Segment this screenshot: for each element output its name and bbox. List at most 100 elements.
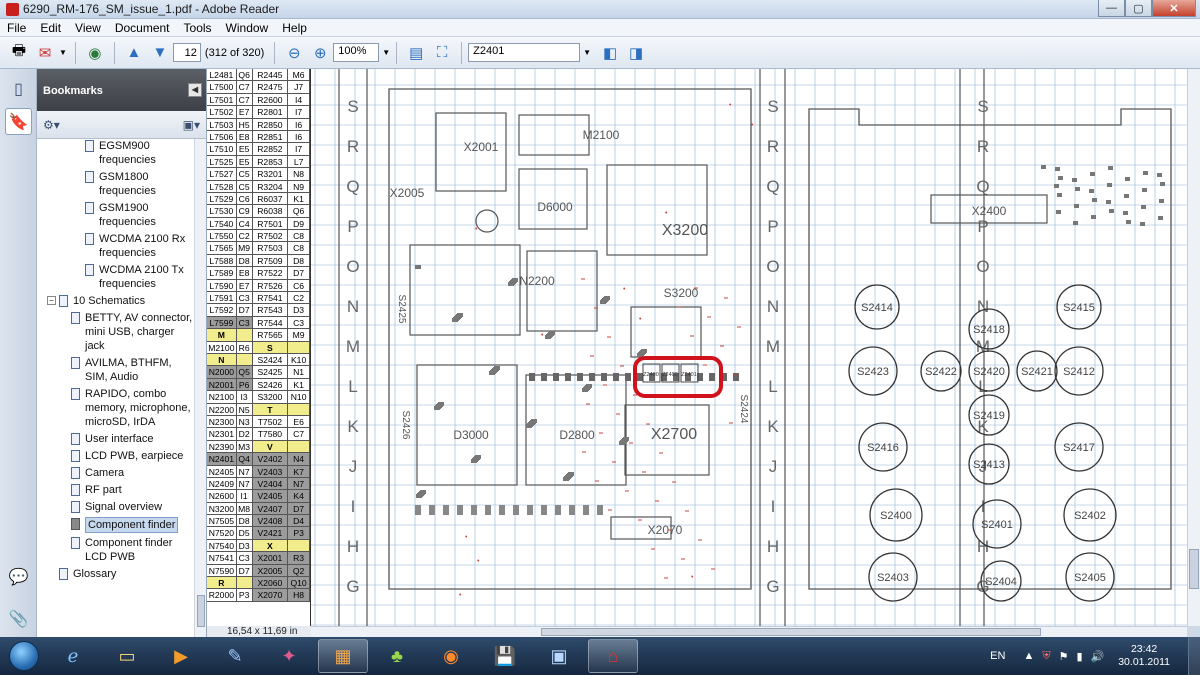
smd-part bbox=[1091, 215, 1096, 219]
bookmark-item[interactable]: Signal overview bbox=[37, 500, 195, 514]
bookmark-item[interactable]: GSM1900 frequencies bbox=[37, 201, 195, 229]
find-dropdown-icon[interactable]: ▼ bbox=[583, 48, 591, 57]
table-cell: N2401 bbox=[207, 453, 237, 465]
bookmark-item[interactable]: WCDMA 2100 Tx frequencies bbox=[37, 263, 195, 291]
bookmark-item[interactable]: Component finder bbox=[37, 517, 195, 533]
table-cell: R2852 bbox=[253, 143, 289, 155]
zoom-out-icon[interactable]: ⊖ bbox=[283, 42, 305, 64]
start-button[interactable] bbox=[2, 638, 46, 674]
comments-icon[interactable]: 💬 bbox=[5, 563, 32, 590]
row-letter: N bbox=[347, 297, 359, 316]
bookmark-item[interactable]: Camera bbox=[37, 466, 195, 480]
clock[interactable]: 23:42 30.01.2011 bbox=[1118, 643, 1170, 669]
find-input[interactable]: Z2401 bbox=[468, 43, 581, 62]
taskbar-adobe-reader-icon[interactable]: ⌂ bbox=[588, 639, 638, 673]
find-previous-icon[interactable]: ◧ bbox=[599, 42, 621, 64]
bookmark-item[interactable]: − 10 Schematics bbox=[37, 294, 195, 308]
menu-file[interactable]: File bbox=[0, 21, 33, 35]
bookmark-item[interactable]: RAPIDO, combo memory, microphone, microS… bbox=[37, 387, 195, 429]
antivirus-icon[interactable]: ⛨ bbox=[1042, 650, 1050, 663]
bookmarks-icon[interactable]: 🔖 bbox=[5, 108, 32, 135]
zoom-in-icon[interactable]: ⊕ bbox=[309, 42, 331, 64]
fit-width-icon[interactable]: ▤ bbox=[405, 42, 427, 64]
table-row: L7590 E7 R7526 C6 bbox=[207, 279, 310, 293]
menu-tools[interactable]: Tools bbox=[177, 21, 219, 35]
document-vertical-scrollbar[interactable] bbox=[1187, 69, 1200, 626]
smd-part bbox=[597, 505, 603, 515]
zoom-level-select[interactable]: 100% bbox=[333, 43, 380, 62]
bookmark-item[interactable]: Glossary bbox=[37, 567, 195, 581]
menu-help[interactable]: Help bbox=[275, 21, 314, 35]
table-cell: N2001 bbox=[207, 378, 237, 391]
red-ref-label: • bbox=[665, 210, 668, 217]
collaborate-icon[interactable]: ◉ bbox=[84, 42, 106, 64]
row-letter: O bbox=[346, 257, 359, 276]
tray-expand-icon[interactable]: ▲ bbox=[1023, 650, 1034, 662]
vertical-scroll-thumb[interactable] bbox=[1189, 549, 1199, 589]
taskbar-media-player-icon[interactable]: ▶ bbox=[156, 639, 206, 673]
smd-part bbox=[494, 366, 500, 370]
switch-label: S2400 bbox=[880, 510, 912, 522]
menu-edit[interactable]: Edit bbox=[33, 21, 68, 35]
table-cell: E5 bbox=[237, 143, 253, 155]
table-row: L7599 C3 R7544 C3 bbox=[207, 316, 310, 330]
horizontal-scroll-thumb[interactable] bbox=[541, 628, 1041, 636]
menu-view[interactable]: View bbox=[68, 21, 108, 35]
menu-window[interactable]: Window bbox=[219, 21, 276, 35]
taskbar-app-icon[interactable]: ✦ bbox=[264, 639, 314, 673]
maximize-button[interactable]: ▢ bbox=[1125, 0, 1152, 17]
table-cell: M2100 bbox=[207, 341, 237, 353]
component-label: X2700 bbox=[651, 426, 697, 443]
taskbar-ie-icon[interactable]: ℯ bbox=[48, 639, 98, 673]
flag-icon[interactable]: ⚑ bbox=[1059, 650, 1069, 663]
pages-icon[interactable]: ▯ bbox=[5, 75, 32, 102]
network-icon[interactable]: ▮ bbox=[1076, 650, 1082, 663]
close-button[interactable]: ✕ bbox=[1152, 0, 1196, 17]
bookmark-item[interactable]: WCDMA 2100 Rx frequencies bbox=[37, 232, 195, 260]
taskbar-firefox-icon[interactable]: ◉ bbox=[426, 639, 476, 673]
language-indicator[interactable]: EN bbox=[990, 650, 1005, 662]
bookmarks-scrollbar[interactable] bbox=[194, 139, 206, 637]
table-cell: X bbox=[252, 539, 289, 552]
smd-part bbox=[457, 313, 463, 317]
bookmark-item[interactable]: EGSM900 frequencies bbox=[37, 139, 195, 167]
options-gear-icon[interactable]: ⚙▾ bbox=[43, 118, 60, 132]
table-cell bbox=[288, 539, 310, 552]
previous-page-icon[interactable]: ▲ bbox=[123, 42, 145, 64]
full-screen-icon[interactable]: ⛶ bbox=[431, 42, 453, 64]
next-page-icon[interactable]: ▼ bbox=[149, 42, 171, 64]
taskbar-screen-icon[interactable]: ▣ bbox=[534, 639, 584, 673]
print-icon[interactable]: 🖶 bbox=[8, 42, 30, 64]
find-next-icon[interactable]: ◨ bbox=[625, 42, 647, 64]
document-horizontal-scrollbar[interactable] bbox=[311, 626, 1187, 637]
table-cell: D4 bbox=[288, 515, 310, 527]
zoom-dropdown-icon[interactable]: ▼ bbox=[382, 48, 390, 57]
bookmark-item[interactable]: Component finder LCD PWB bbox=[37, 536, 195, 564]
bookmarks-scroll-thumb[interactable] bbox=[197, 595, 205, 627]
expand-toggle-icon[interactable]: − bbox=[47, 296, 56, 305]
menu-document[interactable]: Document bbox=[108, 21, 177, 35]
bookmarks-tree: EGSM900 frequencies GSM1800 frequencies GS… bbox=[37, 139, 195, 637]
attachments-icon[interactable]: 📎 bbox=[5, 605, 32, 632]
share-icon[interactable]: ✉ bbox=[34, 42, 56, 64]
smd-part bbox=[604, 296, 610, 300]
taskbar-paint-icon[interactable]: ✎ bbox=[210, 639, 260, 673]
bookmark-item[interactable]: AVILMA, BTHFM, SIM, Audio bbox=[37, 356, 195, 384]
table-cell: D8 bbox=[288, 254, 310, 267]
bookmark-item[interactable]: BETTY, AV connector, mini USB, charger j… bbox=[37, 311, 195, 353]
collapse-panel-button[interactable]: ◀ bbox=[188, 83, 202, 97]
taskbar-app2-icon[interactable]: ▦ bbox=[318, 639, 368, 673]
bookmark-item[interactable]: RF part bbox=[37, 483, 195, 497]
bookmark-item[interactable]: GSM1800 frequencies bbox=[37, 170, 195, 198]
volume-icon[interactable]: 🔊 bbox=[1091, 650, 1105, 663]
chevron-down-icon[interactable]: ▼ bbox=[59, 48, 67, 57]
taskbar-save-icon[interactable]: 💾 bbox=[480, 639, 530, 673]
bookmark-item[interactable]: LCD PWB, earpiece bbox=[37, 449, 195, 463]
bookmark-item[interactable]: User interface bbox=[37, 432, 195, 446]
taskbar-app3-icon[interactable]: ♣ bbox=[372, 639, 422, 673]
taskbar-explorer-icon[interactable]: ▭ bbox=[102, 639, 152, 673]
new-bookmark-icon[interactable]: ▣▾ bbox=[183, 118, 200, 132]
show-desktop-button[interactable] bbox=[1188, 637, 1200, 675]
page-number-input[interactable] bbox=[172, 43, 201, 62]
minimize-button[interactable]: — bbox=[1098, 0, 1125, 17]
